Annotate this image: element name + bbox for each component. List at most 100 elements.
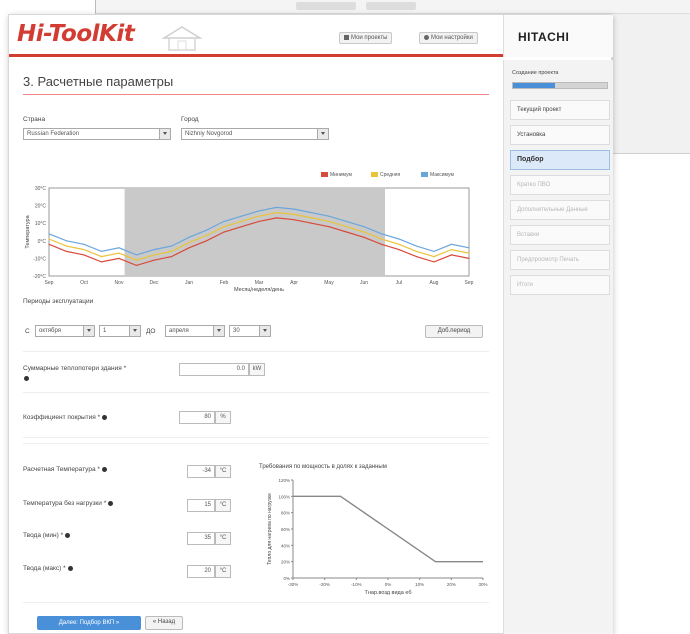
data-point <box>153 254 155 256</box>
to-month-select[interactable]: апреля <box>165 325 225 337</box>
from-month-select[interactable]: октября <box>35 325 95 337</box>
main-content: 3. Расчетные параметры Страна Russian Fe… <box>9 60 499 634</box>
app-header: Hi-ToolKit Мои проекты Мои настройки HIT… <box>9 15 613 57</box>
data-point <box>100 256 103 258</box>
supply-min-unit: °C <box>215 532 231 545</box>
data-point <box>65 245 68 247</box>
project-progress-bar <box>512 82 608 89</box>
from-day-select[interactable]: 1 <box>99 325 141 337</box>
data-point <box>83 254 85 256</box>
help-icon[interactable] <box>24 376 29 381</box>
x-tick-label: Feb <box>220 280 229 286</box>
design-temp-input[interactable]: -34 <box>187 465 215 478</box>
supply-min-input[interactable]: 35 <box>187 532 215 545</box>
y-tick-label: 20% <box>281 560 290 565</box>
help-icon[interactable] <box>65 532 71 538</box>
data-point <box>363 226 365 228</box>
supply-min-label: Твода (мин) * <box>23 532 71 539</box>
data-point <box>153 249 155 251</box>
add-period-button[interactable]: Доб.период <box>425 325 483 338</box>
to-day-select[interactable]: 30 <box>229 325 271 337</box>
data-point <box>170 250 173 252</box>
heat-requirement-chart: 120%100%80%60%40%20%0%-30% -20% -10% 0% 10% 2… <box>267 478 488 596</box>
chevron-down-icon <box>129 326 140 336</box>
app-logo[interactable]: Hi-ToolKit <box>17 21 135 47</box>
chevron-down-icon <box>159 129 170 139</box>
data-point <box>415 256 418 258</box>
data-point <box>433 256 435 258</box>
x-tick-label: 20% <box>447 582 456 587</box>
data-point <box>415 250 418 252</box>
data-point <box>468 257 470 259</box>
my-settings-button[interactable]: Мои настройки <box>419 32 478 44</box>
next-button[interactable]: Далее: Подбор ВКП » <box>37 616 141 630</box>
page-title: 3. Расчетные параметры <box>23 74 174 89</box>
to-label: ДО <box>146 328 156 335</box>
data-point <box>48 238 50 240</box>
sidebar-step-2[interactable]: Установка <box>510 125 610 145</box>
x-axis-label: Тнар.возд вида еб <box>365 590 412 596</box>
data-point <box>188 241 190 244</box>
country-select[interactable]: Russian Federation <box>23 128 171 140</box>
data-point <box>240 220 243 223</box>
data-point <box>100 250 103 252</box>
data-point <box>188 247 190 249</box>
help-icon[interactable] <box>101 466 107 472</box>
data-point <box>240 215 243 217</box>
help-icon[interactable] <box>108 500 114 506</box>
data-point <box>170 245 173 247</box>
coverage-input[interactable]: 80 <box>179 411 215 424</box>
y-tick-label: 20°C <box>35 204 47 210</box>
data-point <box>398 249 400 251</box>
help-icon[interactable] <box>102 414 108 420</box>
data-point <box>310 217 313 219</box>
city-label: Город <box>181 116 199 123</box>
chevron-down-icon <box>83 326 94 336</box>
brand-logo: HITACHI <box>518 30 570 44</box>
x-tick-label: Mar <box>255 280 264 286</box>
background-tab <box>296 2 356 10</box>
data-point <box>240 226 243 228</box>
x-axis-label: Месяц/неделя/день <box>234 287 284 292</box>
supply-max-unit: °C <box>215 565 231 578</box>
country-label: Страна <box>23 116 46 123</box>
heat-loss-input[interactable]: 0.0 <box>179 363 249 376</box>
x-tick-label: -30% <box>288 582 299 587</box>
sidebar-step-1[interactable]: Текущий проект <box>510 100 610 120</box>
data-point <box>293 219 295 221</box>
supply-max-input[interactable]: 20 <box>187 565 215 578</box>
legend-avg: Средняя <box>371 172 400 178</box>
sidebar-step-3[interactable]: Подбор <box>510 150 610 170</box>
heat-chart-title: Требования по мощность в долях к заданны… <box>259 464 387 470</box>
no-load-temp-input[interactable]: 15 <box>187 499 215 512</box>
back-button[interactable]: « Назад <box>145 616 183 630</box>
data-point <box>345 231 348 233</box>
data-point <box>205 234 208 237</box>
y-tick-label: -10°C <box>33 256 46 262</box>
data-point <box>328 226 330 228</box>
data-point <box>398 243 400 245</box>
data-point <box>468 247 470 249</box>
legend-max: Максимум <box>421 172 454 178</box>
data-point <box>293 213 295 215</box>
data-point <box>275 217 278 219</box>
x-tick-label: Jan <box>185 280 193 286</box>
data-point <box>118 252 120 254</box>
city-select[interactable]: Nizhniy Novgorod <box>181 128 329 140</box>
data-point <box>310 222 313 224</box>
data-point <box>468 252 470 254</box>
data-point <box>83 243 85 245</box>
sidebar-step-6: Вставки <box>510 225 610 245</box>
y-tick-label: 100% <box>278 494 290 499</box>
help-icon[interactable] <box>67 565 73 571</box>
x-tick-label: Dec <box>150 280 159 286</box>
data-point <box>83 249 85 251</box>
my-projects-button[interactable]: Мои проекты <box>339 32 393 44</box>
data-point <box>450 254 453 256</box>
temperature-chart: 30°C20°C10°C0°C-10°C-20°CSep Oct Nov Dec Jan… <box>25 186 474 292</box>
x-tick-label: Jun <box>360 280 368 286</box>
data-point <box>188 236 190 238</box>
project-status-label: Создание проекта <box>512 70 559 76</box>
data-point <box>275 212 278 214</box>
data-point <box>100 261 103 263</box>
